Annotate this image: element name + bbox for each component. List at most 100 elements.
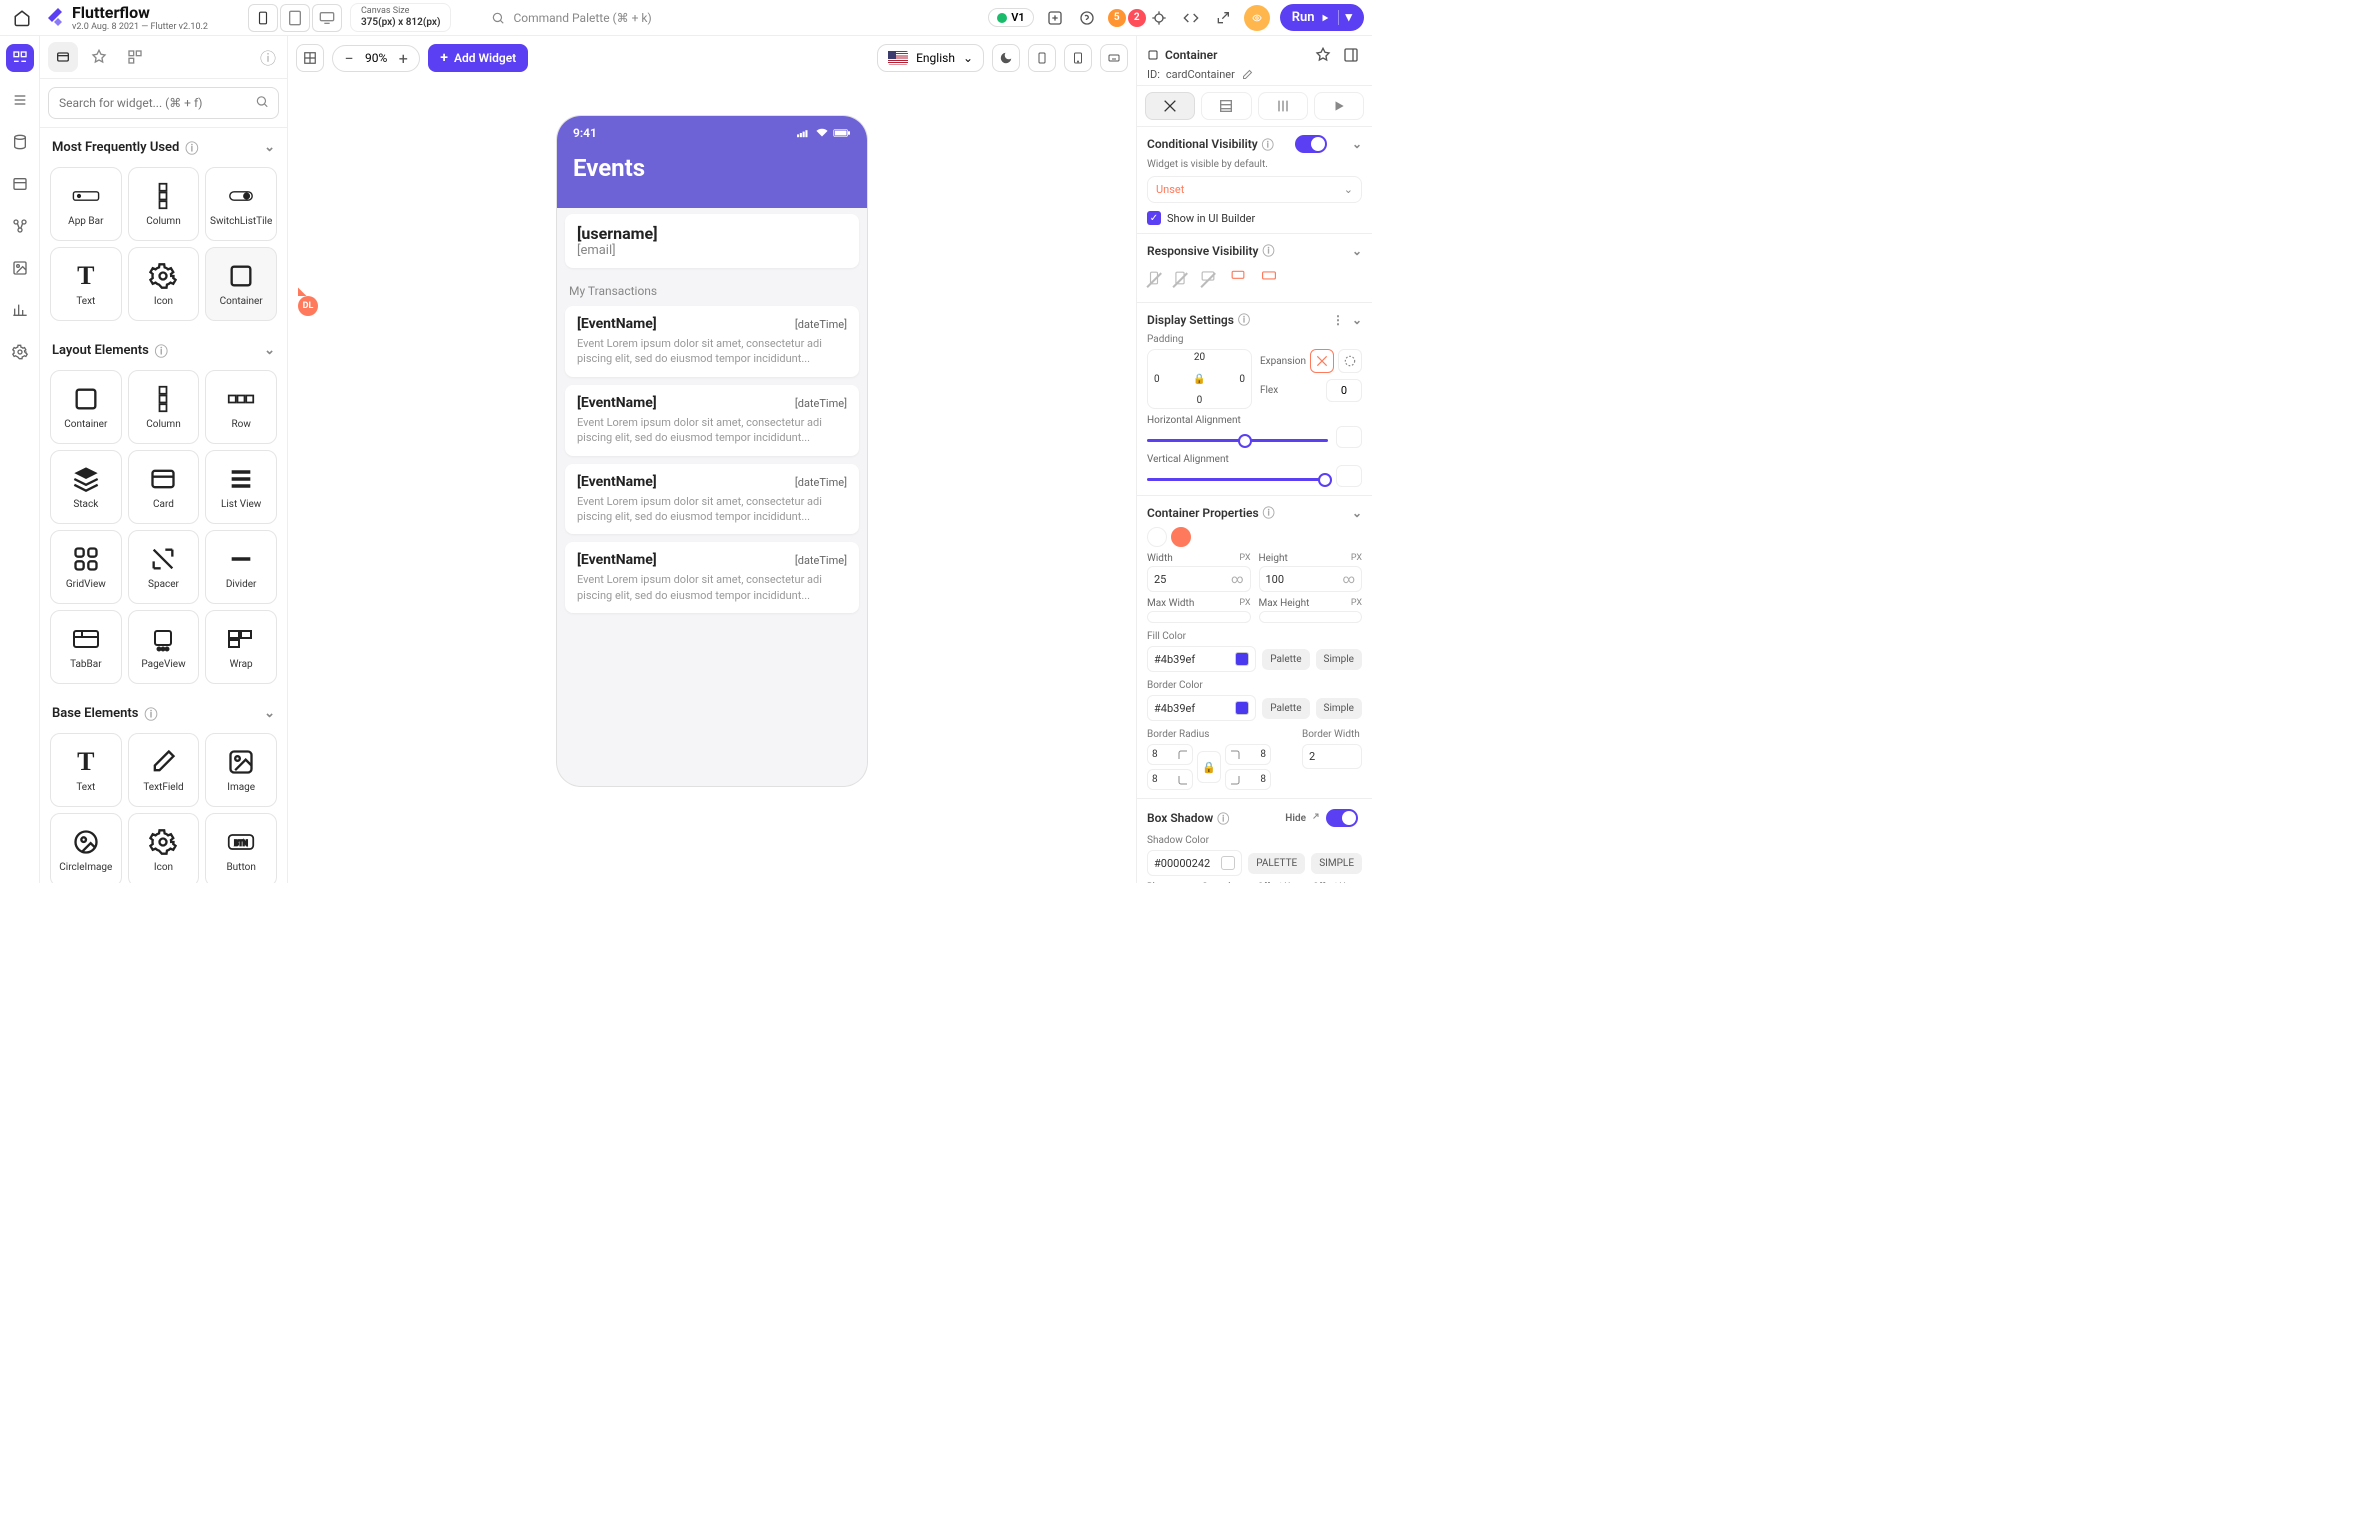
lp-tab-components[interactable] [120, 42, 150, 72]
event-card[interactable]: [EventName][dateTime]Event Lorem ipsum d… [565, 385, 859, 456]
rail-list[interactable] [6, 86, 34, 114]
rail-database[interactable] [6, 128, 34, 156]
command-palette[interactable]: Command Palette (⌘ + k) [491, 11, 651, 25]
user-avatar[interactable] [1244, 5, 1270, 31]
widget-tile-pageview[interactable]: PageView [128, 610, 200, 684]
new-project-icon[interactable] [1044, 7, 1066, 29]
warning-badge[interactable]: 5 [1108, 9, 1126, 27]
preview-tablet-icon[interactable] [1064, 44, 1092, 72]
zoom-in[interactable]: + [395, 49, 411, 68]
rp-tab-animations[interactable] [1314, 92, 1364, 120]
shadow-simple[interactable]: SIMPLE [1311, 853, 1362, 874]
widget-tile-divider[interactable]: Divider [205, 530, 277, 604]
error-badge[interactable]: 2 [1128, 9, 1146, 27]
cond-visibility-select[interactable]: Unset⌄ [1147, 176, 1362, 203]
fillcolor-palette[interactable]: Palette [1262, 649, 1309, 670]
padding-editor[interactable]: 20 0 0 0 🔒 [1147, 349, 1252, 409]
resp-tablet-l-off[interactable] [1199, 269, 1217, 290]
keyboard-icon[interactable] [1100, 44, 1128, 72]
shadow-popout-icon[interactable] [1306, 807, 1322, 829]
rp-tab-actions[interactable] [1201, 92, 1251, 120]
rp-tab-properties[interactable] [1145, 92, 1195, 120]
widget-tile-card[interactable]: Card [128, 450, 200, 524]
widget-tile-icon[interactable]: Icon [128, 813, 200, 883]
preview-mobile-icon[interactable] [1028, 44, 1056, 72]
rail-widget-tree[interactable] [6, 44, 34, 72]
expansion-fill-icon[interactable] [1338, 349, 1362, 373]
language-selector[interactable]: English⌄ [877, 44, 984, 72]
add-widget-button[interactable]: +Add Widget [428, 44, 528, 72]
widget-tile-column[interactable]: Column [128, 167, 200, 241]
cond-visibility-toggle[interactable] [1295, 135, 1327, 153]
device-tablet-button[interactable] [280, 4, 310, 32]
shape-circle[interactable] [1171, 527, 1191, 547]
widget-tile-circleimage[interactable]: CircleImage [50, 813, 122, 883]
widget-tile-wrap[interactable]: Wrap [205, 610, 277, 684]
section-mfu[interactable]: Most Frequently Usedⓘ⌄ [40, 128, 287, 167]
event-card[interactable]: [EventName][dateTime]Event Lorem ipsum d… [565, 306, 859, 377]
widget-tile-text[interactable]: TText [50, 247, 122, 321]
canvas-grid-icon[interactable] [296, 44, 324, 72]
radius-lock-icon[interactable]: 🔒 [1197, 751, 1221, 783]
rail-analytics[interactable] [6, 296, 34, 324]
widget-tile-stack[interactable]: Stack [50, 450, 122, 524]
widget-tile-spacer[interactable]: Spacer [128, 530, 200, 604]
br-tr[interactable]: 8 [1225, 744, 1271, 765]
fillcolor-input[interactable]: #4b39ef [1147, 646, 1256, 672]
rail-api[interactable] [6, 212, 34, 240]
device-phone-button[interactable] [248, 4, 278, 32]
h-align-value[interactable] [1336, 426, 1362, 448]
widget-tile-column[interactable]: Column [128, 370, 200, 444]
expansion-flex-icon[interactable] [1310, 349, 1334, 373]
dark-mode-icon[interactable] [992, 44, 1020, 72]
maxwidth-input[interactable] [1147, 611, 1251, 623]
widget-tile-gridview[interactable]: GridView [50, 530, 122, 604]
width-input[interactable]: 25∞ [1147, 566, 1251, 592]
v-align-value[interactable] [1336, 465, 1362, 487]
show-in-builder-checkbox[interactable]: ✓Show in UI Builder [1147, 211, 1362, 225]
resp-wide-on[interactable] [1259, 269, 1279, 290]
shape-rect[interactable] [1147, 527, 1167, 547]
lp-tab-theme[interactable] [84, 42, 114, 72]
section-base[interactable]: Base Elementsⓘ⌄ [40, 694, 287, 733]
border-width-input[interactable]: 2 [1302, 744, 1362, 769]
widget-tile-container[interactable]: Container [205, 247, 277, 321]
shadow-toggle[interactable] [1326, 809, 1358, 827]
bordercolor-palette[interactable]: Palette [1262, 698, 1309, 719]
device-desktop-button[interactable] [312, 4, 342, 32]
padding-lock-icon[interactable]: 🔒 [1193, 374, 1205, 385]
shadow-color-input[interactable]: #00000242 [1147, 850, 1242, 876]
widget-tile-app-bar[interactable]: App Bar [50, 167, 122, 241]
rail-settings[interactable] [6, 338, 34, 366]
resp-tablet-p-off[interactable] [1173, 269, 1187, 290]
widget-tile-list-view[interactable]: List View [205, 450, 277, 524]
resp-phone-off[interactable] [1147, 269, 1161, 290]
widget-tile-row[interactable]: Row [205, 370, 277, 444]
rail-media[interactable] [6, 254, 34, 282]
run-button[interactable]: Run▾ [1280, 4, 1364, 31]
theme-inherit-icon[interactable] [1312, 44, 1334, 66]
rail-storage[interactable] [6, 170, 34, 198]
launch-icon[interactable] [1212, 7, 1234, 29]
shadow-palette[interactable]: PALETTE [1248, 853, 1305, 874]
event-card[interactable]: [EventName][dateTime]Event Lorem ipsum d… [565, 542, 859, 613]
widget-tile-tabbar[interactable]: TabBar [50, 610, 122, 684]
help-icon[interactable] [1076, 7, 1098, 29]
lp-info-icon[interactable]: ⓘ [257, 46, 279, 68]
maxheight-input[interactable] [1259, 611, 1363, 623]
widget-tile-button[interactable]: BTNButton [205, 813, 277, 883]
flex-input[interactable] [1326, 379, 1362, 402]
br-bl[interactable]: 8 [1147, 769, 1193, 790]
version-pill[interactable]: V1 [988, 8, 1033, 27]
widget-tile-image[interactable]: Image [205, 733, 277, 807]
widget-tile-textfield[interactable]: TextField [128, 733, 200, 807]
event-card[interactable]: [EventName][dateTime]Event Lorem ipsum d… [565, 464, 859, 535]
widget-tile-container[interactable]: Container [50, 370, 122, 444]
widget-tile-switchlisttile[interactable]: SwitchListTile [205, 167, 277, 241]
lp-tab-widgets[interactable] [48, 42, 78, 72]
br-br[interactable]: 8 [1225, 769, 1271, 790]
code-icon[interactable] [1180, 7, 1202, 29]
widget-search-input[interactable] [48, 87, 279, 119]
bordercolor-simple[interactable]: Simple [1316, 698, 1363, 719]
fillcolor-simple[interactable]: Simple [1316, 649, 1363, 670]
